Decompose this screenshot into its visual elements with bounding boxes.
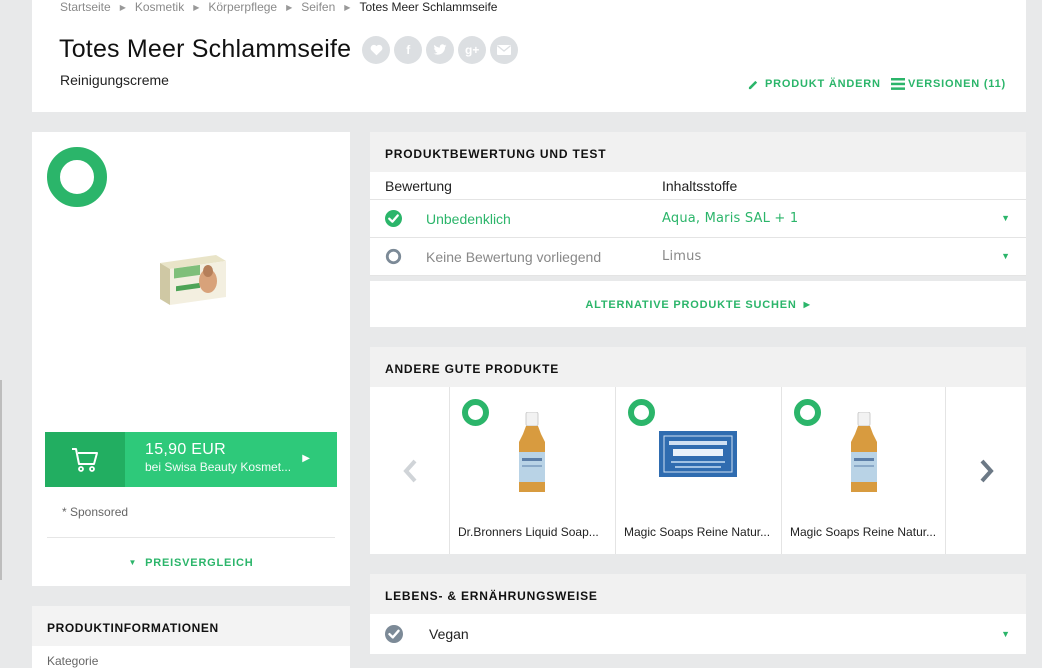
carousel-next-button[interactable]: [947, 387, 1026, 554]
lifestyle-list: Vegan ▼: [370, 614, 1026, 654]
review-row[interactable]: Unbedenklich Aqua, Maris SAL + 1 ▼: [370, 200, 1026, 238]
twitter-icon[interactable]: [426, 35, 455, 64]
pencil-icon: [748, 80, 758, 89]
product-image[interactable]: [156, 249, 228, 313]
triangle-down-icon: ▼: [128, 558, 138, 567]
breadcrumb-separator-icon: ▶: [119, 3, 126, 12]
share-buttons: f g+: [362, 35, 519, 64]
search-alternatives-label: ALTERNATIVE PRODUKTE SUCHEN: [585, 299, 797, 311]
product-info-card: PRODUKTINFORMATIONEN Kategorie: [32, 606, 350, 668]
product-summary-card: 15,90 EUR bei Swisa Beauty Kosmet... ▶ *…: [32, 132, 350, 586]
page-scroll-edge: [0, 380, 2, 580]
rating-label: Keine Bewertung vorliegend: [426, 249, 602, 265]
edit-product-link[interactable]: PRODUKT ÄNDERN: [748, 78, 881, 90]
facebook-icon[interactable]: f: [394, 35, 423, 64]
page-title: Totes Meer Schlammseife: [59, 35, 352, 63]
ingredients-value: Limus: [662, 249, 702, 264]
expand-icon[interactable]: ▼: [1001, 629, 1010, 639]
rating-ring-icon: [794, 399, 821, 426]
product-subtitle: Reinigungscreme: [60, 72, 169, 88]
list-icon: [891, 78, 905, 90]
review-heading: PRODUKTBEWERTUNG UND TEST: [370, 132, 1026, 172]
other-products-heading: ANDERE GUTE PRODUKTE: [370, 347, 1026, 387]
product-info-heading: PRODUKTINFORMATIONEN: [32, 606, 350, 646]
column-ingredients: Inhaltsstoffe: [662, 178, 738, 194]
breadcrumb-item-cosmetics[interactable]: Kosmetik: [135, 0, 184, 14]
email-icon[interactable]: [490, 35, 519, 64]
breadcrumb-separator-icon: ▶: [344, 3, 351, 12]
rating-ring-icon: [628, 399, 655, 426]
versions-link[interactable]: VERSIONEN (11): [891, 78, 1006, 90]
rating-label: Unbedenklich: [426, 211, 511, 227]
edit-product-label: PRODUKT ÄNDERN: [765, 78, 881, 90]
lifestyle-heading: LEBENS- & ERNÄHRUNGSWEISE: [370, 574, 1026, 614]
product-name: Magic Soaps Reine Natur...: [790, 525, 937, 539]
expand-icon[interactable]: ▼: [1001, 251, 1010, 261]
column-rating: Bewertung: [385, 178, 452, 194]
breadcrumb-separator-icon: ▶: [193, 3, 200, 12]
price-compare-link[interactable]: ▼ PREISVERGLEICH: [32, 557, 350, 569]
product-name: Dr.Bronners Liquid Soap...: [458, 525, 599, 539]
product-card[interactable]: Dr.Bronners Liquid Soap...: [449, 387, 614, 554]
triangle-right-icon: ▶: [803, 300, 811, 309]
lifestyle-label: Vegan: [429, 626, 469, 642]
breadcrumb-item-body-care[interactable]: Körperpflege: [208, 0, 277, 14]
chevron-right-icon: [980, 459, 994, 482]
ingredients-value: Aqua, Maris SAL + 1: [662, 211, 799, 226]
review-row[interactable]: Keine Bewertung vorliegend Limus ▼: [370, 238, 1026, 276]
rating-ring-icon: [47, 147, 107, 207]
buy-offer-button[interactable]: 15,90 EUR bei Swisa Beauty Kosmet... ▶: [45, 432, 337, 487]
product-card[interactable]: Magic Soaps Reine Natur...: [781, 387, 946, 554]
product-carousel: Dr.Bronners Liquid Soap... Magic Soaps R…: [370, 387, 1026, 554]
heart-icon[interactable]: [362, 35, 391, 64]
divider: [47, 537, 335, 538]
sponsored-note: * Sponsored: [62, 505, 129, 519]
rating-ring-icon: [462, 399, 489, 426]
price-compare-label: PREISVERGLEICH: [145, 557, 254, 569]
search-alternatives-link[interactable]: ALTERNATIVE PRODUKTE SUCHEN ▶: [370, 281, 1026, 327]
product-header: Startseite ▶ Kosmetik ▶ Körperpflege ▶ Seifen ▶…: [32, 0, 1026, 112]
google-plus-icon[interactable]: g+: [458, 35, 487, 64]
cart-icon: [45, 432, 125, 487]
product-thumbnail: [519, 412, 545, 492]
product-card[interactable]: Magic Soaps Reine Natur...: [615, 387, 780, 554]
breadcrumb: Startseite ▶ Kosmetik ▶ Körperpflege ▶ Seifen ▶…: [60, 0, 497, 14]
lifestyle-row[interactable]: Vegan ▼: [370, 614, 1026, 654]
expand-icon[interactable]: ▼: [1001, 213, 1010, 223]
product-name: Magic Soaps Reine Natur...: [624, 525, 771, 539]
versions-label: VERSIONEN (11): [908, 78, 1007, 90]
category-label: Kategorie: [47, 654, 99, 668]
review-table: Bewertung Inhaltsstoffe Unbedenklich Aqu…: [370, 172, 1026, 276]
check-circle-icon: [385, 625, 403, 643]
check-circle-icon: [385, 210, 402, 227]
empty-circle-icon: [385, 248, 402, 265]
product-thumbnail: [850, 412, 877, 492]
product-thumbnail: [659, 431, 737, 477]
breadcrumb-item-home[interactable]: Startseite: [60, 0, 111, 14]
review-table-header: Bewertung Inhaltsstoffe: [370, 172, 1026, 200]
breadcrumb-item-soaps[interactable]: Seifen: [301, 0, 335, 14]
breadcrumb-separator-icon: ▶: [286, 3, 293, 12]
breadcrumb-item-current: Totes Meer Schlammseife: [359, 0, 498, 14]
title-row: Totes Meer Schlammseife f g+: [59, 35, 519, 64]
chevron-left-icon: [402, 459, 416, 482]
play-arrow-icon: ▶: [302, 453, 310, 464]
carousel-prev-button[interactable]: [370, 387, 449, 554]
